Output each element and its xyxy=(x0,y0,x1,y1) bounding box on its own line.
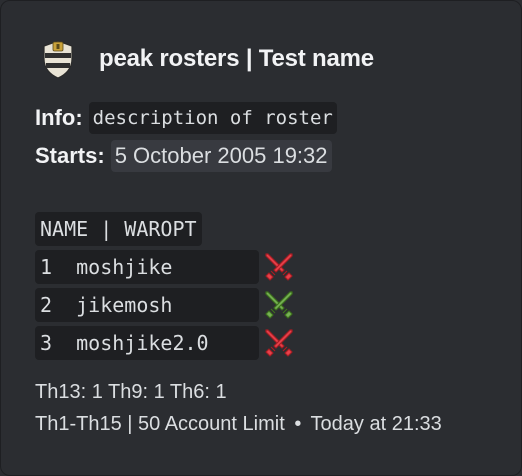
shield-badge-icon xyxy=(43,40,73,79)
starts-label: Starts: xyxy=(35,143,105,168)
crossed-swords-red-icon xyxy=(265,329,293,357)
embed-author: peak rosters | Test name xyxy=(41,37,374,81)
crossed-swords-green-icon xyxy=(265,291,293,319)
info-value: description of roster xyxy=(88,102,337,134)
table-row: 1 moshjike xyxy=(35,250,295,284)
crossed-swords-red-icon xyxy=(265,253,293,281)
table-row: 3 moshjike2.0 xyxy=(35,326,295,360)
starts-timestamp[interactable]: 5 October 2005 19:32 xyxy=(110,140,332,172)
table-row: 2 jikemosh xyxy=(35,288,295,322)
th-summary: Th13: 1 Th9: 1 Th6: 1 xyxy=(35,381,227,403)
roster-entry: 2 jikemosh xyxy=(35,288,259,322)
footer-separator: • xyxy=(294,413,302,435)
roster-table-header: NAME | WAROPT xyxy=(35,212,202,246)
table-header: NAME | WAROPT xyxy=(35,212,202,246)
roster-entry: 3 moshjike2.0 xyxy=(35,326,259,360)
info-field: Info: description of roster xyxy=(35,102,337,134)
footer-timestamp: Today at 21:33 xyxy=(310,413,442,435)
roster-embed: peak rosters | Test name Info: descripti… xyxy=(0,0,522,476)
info-label: Info: xyxy=(35,105,83,130)
author-name[interactable]: peak rosters | Test name xyxy=(99,45,374,73)
embed-footer: Th1-Th15 | 50 Account Limit • Today at 2… xyxy=(35,413,442,436)
roster-entry: 1 moshjike xyxy=(35,250,259,284)
starts-field: Starts: 5 October 2005 19:32 xyxy=(35,140,332,172)
footer-text: Th1-Th15 | 50 Account Limit xyxy=(35,413,285,435)
